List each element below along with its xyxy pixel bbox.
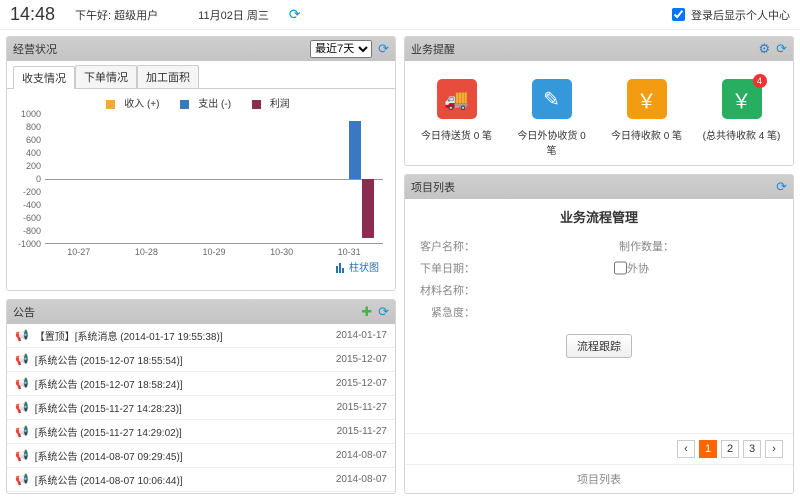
reminder-tile[interactable]: ￥ 今日待收款 0 笔 — [607, 79, 687, 157]
reminder-tile[interactable]: ￥4 (总共待收款 4 笔) — [702, 79, 782, 157]
bar-chart: 10008006004002000-200-400-600-800-1000 — [45, 114, 383, 244]
tile-label: 今日外协收货 0 笔 — [512, 127, 592, 157]
notice-date: 2015-11-27 — [337, 402, 387, 413]
panel-business: 经营状况 最近7天 ⟳ 收支情况 下单情况 加工面积 收入 (+) 支出 (-)… — [6, 36, 396, 291]
add-icon[interactable]: ✚ — [361, 304, 372, 320]
horn-icon: 📢 — [15, 425, 29, 438]
page-prev[interactable]: ‹ — [677, 440, 695, 458]
lbl-outsource: 外协 — [627, 260, 649, 276]
notice-row[interactable]: 📢 【置顶】[系统消息 (2014-01-17 19:55:38)] 2014-01… — [7, 324, 395, 348]
outsource-checkbox[interactable] — [614, 260, 627, 276]
show-profile-checkbox[interactable] — [672, 8, 685, 21]
notice-date: 2015-11-27 — [337, 426, 387, 437]
notice-row[interactable]: 📢 [系统公告 (2015-12-07 18:55:54)] 2015-12-07 — [7, 348, 395, 372]
badge: 4 — [753, 74, 767, 88]
track-button[interactable]: 流程跟踪 — [566, 334, 632, 358]
refresh-icon[interactable]: ⟳ — [289, 6, 301, 23]
notice-row[interactable]: 📢 [系统公告 (2015-11-27 14:28:23)] 2015-11-27 — [7, 396, 395, 420]
show-profile-label: 登录后显示个人中心 — [691, 7, 790, 23]
notice-text: [系统公告 (2015-11-27 14:28:23)] — [35, 400, 329, 415]
panel-business-title: 经营状况 — [13, 41, 57, 57]
page-next[interactable]: › — [765, 440, 783, 458]
refresh-icon[interactable]: ⟳ — [378, 304, 389, 320]
notice-text: [系统公告 (2015-12-07 18:55:54)] — [35, 352, 328, 367]
notice-date: 2015-12-07 — [336, 378, 387, 389]
tile-icon: ￥4 — [722, 79, 762, 119]
chart-legend: 收入 (+) 支出 (-) 利润 — [15, 95, 387, 110]
tab-orders[interactable]: 下单情况 — [75, 65, 137, 88]
range-select[interactable]: 最近7天 — [310, 40, 372, 58]
tile-icon: ￥ — [627, 79, 667, 119]
tile-label: 今日待收款 0 笔 — [607, 127, 687, 142]
horn-icon: 📢 — [15, 473, 29, 486]
lbl-orderdate: 下单日期： — [415, 260, 475, 276]
tab-income[interactable]: 收支情况 — [13, 66, 75, 89]
biz-tabs: 收支情况 下单情况 加工面积 — [7, 61, 395, 89]
panel-projects-title: 项目列表 — [411, 179, 455, 195]
greeting: 下午好: 超级用户 — [75, 7, 158, 23]
notice-text: [系统公告 (2014-08-07 10:06:44)] — [35, 472, 328, 487]
reminder-tile[interactable]: ✎ 今日外协收货 0 笔 — [512, 79, 592, 157]
page-2[interactable]: 2 — [721, 440, 739, 458]
chart-type-link[interactable]: 柱状图 — [336, 263, 379, 274]
notice-row[interactable]: 📢 [系统公告 (2015-11-27 14:29:02)] 2015-11-27 — [7, 420, 395, 444]
notice-row[interactable]: 📢 [系统公告 (2014-08-07 10:06:44)] 2014-08-07 — [7, 468, 395, 492]
refresh-icon[interactable]: ⟳ — [776, 41, 787, 57]
panel-reminders: 业务提醒 ⚙ ⟳ 🚚 今日待送货 0 笔 ✎ 今日外协收货 0 笔 ￥ 今日待收款 0 笔… — [404, 36, 794, 166]
horn-icon: 📢 — [15, 377, 29, 390]
notice-row[interactable]: 📢[系统公告 (2014-08-07 10:06:48)]2014-08-07 — [7, 492, 395, 493]
notice-date: 2014-08-07 — [336, 450, 387, 461]
notice-row[interactable]: 📢 [系统公告 (2014-08-07 09:29:45)] 2014-08-07 — [7, 444, 395, 468]
reminder-tile[interactable]: 🚚 今日待送货 0 笔 — [417, 79, 497, 157]
page-1[interactable]: 1 — [699, 440, 717, 458]
notice-text: [系统公告 (2015-11-27 14:29:02)] — [35, 424, 329, 439]
horn-icon: 📢 — [15, 449, 29, 462]
notice-row[interactable]: 📢 [系统公告 (2015-12-07 18:58:24)] 2015-12-07 — [7, 372, 395, 396]
panel-reminders-title: 业务提醒 — [411, 41, 455, 57]
tile-icon: 🚚 — [437, 79, 477, 119]
notice-date: 2014-08-07 — [336, 474, 387, 485]
notice-text: [系统公告 (2015-12-07 18:58:24)] — [35, 376, 328, 391]
notice-text: [系统公告 (2014-08-07 09:29:45)] — [35, 448, 328, 463]
tab-area[interactable]: 加工面积 — [137, 65, 199, 88]
tile-label: (总共待收款 4 笔) — [702, 127, 782, 142]
lbl-qty: 制作数量： — [614, 238, 674, 254]
notice-date: 2014-01-17 — [336, 330, 387, 341]
lbl-customer: 客户名称： — [415, 238, 475, 254]
notice-text: 【置顶】[系统消息 (2014-01-17 19:55:38)] — [35, 328, 328, 343]
clock: 14:48 — [10, 4, 55, 25]
horn-icon: 📢 — [15, 401, 29, 414]
tile-label: 今日待送货 0 笔 — [417, 127, 497, 142]
horn-icon: 📢 — [15, 329, 29, 342]
lbl-material: 材料名称： — [415, 282, 475, 298]
notice-date: 2015-12-07 — [336, 354, 387, 365]
refresh-icon[interactable]: ⟳ — [776, 179, 787, 195]
tile-icon: ✎ — [532, 79, 572, 119]
page-3[interactable]: 3 — [743, 440, 761, 458]
topbar: 14:48 下午好: 超级用户 11月02日 周三 ⟳ 登录后显示个人中心 — [0, 0, 800, 30]
workflow-footer: 项目列表 — [405, 464, 793, 493]
workflow-title: 业务流程管理 — [415, 207, 783, 226]
show-profile-toggle[interactable]: 登录后显示个人中心 — [672, 7, 790, 23]
lbl-urgency: 紧急度： — [415, 304, 475, 320]
gear-icon[interactable]: ⚙ — [758, 41, 770, 57]
panel-notices-title: 公告 — [13, 304, 35, 320]
refresh-icon[interactable]: ⟳ — [378, 41, 389, 57]
horn-icon: 📢 — [15, 353, 29, 366]
panel-notices: 公告 ✚ ⟳ 📢 【置顶】[系统消息 (2014-01-17 19:55:38)]… — [6, 299, 396, 494]
panel-projects: 项目列表 ⟳ 业务流程管理 客户名称： 下单日期： 材料名称： 紧急度： — [404, 174, 794, 494]
pager: ‹ 1 2 3 › — [405, 433, 793, 464]
date: 11月02日 周三 — [198, 7, 269, 23]
